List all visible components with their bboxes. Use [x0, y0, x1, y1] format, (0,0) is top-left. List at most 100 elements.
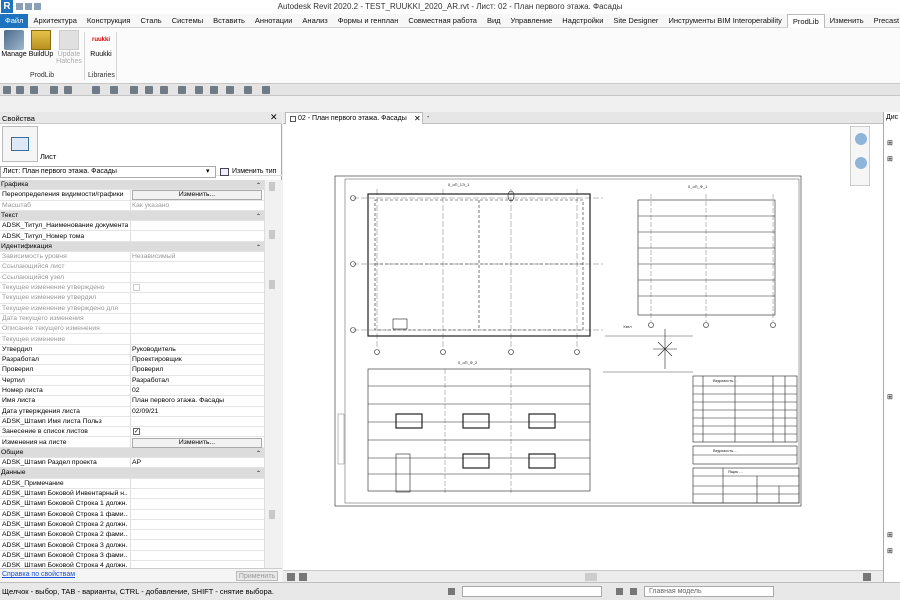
- print-icon[interactable]: [92, 86, 100, 94]
- measure-icon[interactable]: [110, 86, 118, 94]
- property-value[interactable]: Проверил: [132, 365, 262, 375]
- tree-expand-icon[interactable]: ⊞: [887, 548, 895, 556]
- property-row[interactable]: ADSK_Примечание: [0, 479, 264, 489]
- tab-architecture[interactable]: Архитектура: [28, 14, 81, 28]
- property-group-header[interactable]: Данные ⌃: [0, 468, 264, 479]
- property-checkbox[interactable]: [133, 284, 140, 291]
- property-value[interactable]: Независимый: [132, 252, 262, 262]
- property-row[interactable]: ADSK_Титул_Наименование документа: [0, 221, 264, 232]
- save-icon[interactable]: [16, 86, 24, 94]
- navigation-bar[interactable]: [850, 126, 870, 186]
- horizontal-scroll-thumb[interactable]: [585, 573, 597, 581]
- property-row[interactable]: Дата текущего изменения: [0, 314, 264, 325]
- property-row[interactable]: ADSK_Штамп Раздел проекта АР: [0, 458, 264, 469]
- property-row[interactable]: ADSK_Штамп Боковой Инвентарный н...: [0, 489, 264, 500]
- property-group-header[interactable]: Текст ⌃: [0, 210, 264, 222]
- chevron-down-icon[interactable]: ▾: [206, 167, 210, 175]
- property-value[interactable]: Как указано: [132, 201, 262, 211]
- properties-help-link[interactable]: Справка по свойствам: [2, 571, 75, 578]
- tab-view[interactable]: Вид: [482, 14, 506, 28]
- scroll-arrow-icon[interactable]: [269, 182, 275, 191]
- property-row[interactable]: Ссылающийся узел: [0, 273, 264, 283]
- property-row[interactable]: Масштаб Как указано: [0, 201, 264, 211]
- tree-expand-icon[interactable]: ⊞: [887, 394, 895, 402]
- property-row[interactable]: ADSK_Штамп Боковой Строка 3 должн...: [0, 541, 264, 551]
- worksets-icon[interactable]: [448, 588, 455, 595]
- property-value[interactable]: 02: [132, 386, 262, 396]
- property-value[interactable]: Проектировщик: [132, 355, 262, 365]
- tab-systems[interactable]: Системы: [167, 14, 208, 28]
- tab-structure[interactable]: Конструкция: [82, 14, 136, 28]
- scroll-thumb[interactable]: [269, 230, 275, 239]
- design-options-icon[interactable]: [616, 588, 623, 595]
- property-row[interactable]: Имя листа План первого этажа. Фасады: [0, 396, 264, 407]
- tab-annotate[interactable]: Аннотации: [250, 14, 298, 28]
- property-edit-button[interactable]: Изменить...: [132, 437, 262, 448]
- scroll-thumb[interactable]: [269, 510, 275, 519]
- instance-filter-dropdown[interactable]: Лист: План первого этажа. Фасады: [0, 166, 216, 178]
- tab-collaborate[interactable]: Совместная работа: [403, 14, 482, 28]
- property-row[interactable]: Описание текущего изменения: [0, 324, 264, 335]
- tab-analyze[interactable]: Анализ: [297, 14, 332, 28]
- property-value[interactable]: План первого этажа. Фасады: [132, 396, 262, 406]
- workset-dropdown[interactable]: [462, 586, 602, 597]
- scale-icon[interactable]: [287, 573, 295, 581]
- tab-steel[interactable]: Сталь: [135, 14, 166, 28]
- tag-icon[interactable]: [145, 86, 153, 94]
- tab-site-designer[interactable]: Site Designer: [608, 14, 663, 28]
- tree-expand-icon[interactable]: ⊞: [887, 156, 895, 164]
- property-row[interactable]: Изменения на листе Изменить...: [0, 437, 264, 448]
- apply-button[interactable]: Применить: [236, 571, 278, 581]
- sync-icon[interactable]: [30, 86, 38, 94]
- property-row[interactable]: ADSK_Штамп Боковой Строка 2 фами...: [0, 530, 264, 541]
- view-tab-second[interactable]: -: [427, 114, 445, 122]
- property-row[interactable]: Переопределения видимости/графики Изменит…: [0, 190, 264, 201]
- property-group-header[interactable]: Графика ⌃: [0, 180, 264, 191]
- tree-expand-icon[interactable]: ⊞: [887, 532, 895, 540]
- buildup-button[interactable]: BuildUp: [27, 30, 55, 58]
- property-row[interactable]: ADSK_Штамп Боковой Строка 1 должн...: [0, 499, 264, 510]
- property-row[interactable]: Проверил Проверил: [0, 365, 264, 376]
- tab-modify[interactable]: Изменить: [825, 14, 869, 28]
- dimension-icon[interactable]: [130, 86, 138, 94]
- zoom-icon[interactable]: [855, 157, 867, 169]
- property-checkbox[interactable]: ✓: [133, 428, 140, 436]
- property-row[interactable]: Текущее изменение утвердил: [0, 293, 264, 304]
- property-row[interactable]: ADSK_Штамп Боковой Строка 3 фами...: [0, 551, 264, 562]
- property-row[interactable]: Ссылающийся лист: [0, 262, 264, 273]
- redo-icon[interactable]: [64, 86, 72, 94]
- property-row[interactable]: ADSK_Титул_Номер тома: [0, 232, 264, 242]
- property-row[interactable]: ADSK_Штамп Боковой Строка 2 должн...: [0, 520, 264, 531]
- design-option-dropdown[interactable]: Главная модель: [644, 586, 774, 597]
- tab-massing-site[interactable]: Формы и генплан: [333, 14, 404, 28]
- detail-level-icon[interactable]: [299, 573, 307, 581]
- close-icon[interactable]: ✕: [270, 112, 278, 123]
- switch-windows-icon[interactable]: [244, 86, 252, 94]
- property-row[interactable]: Дата утверждения листа 02/09/21: [0, 407, 264, 417]
- property-row[interactable]: Текущее изменение утверждено: [0, 283, 264, 294]
- close-icon[interactable]: ✕: [414, 113, 421, 124]
- property-row[interactable]: Зависимость уровня Независимый: [0, 252, 264, 263]
- tab-manage[interactable]: Управление: [506, 14, 558, 28]
- tab-bim-interoperability[interactable]: Инструменты BIM Interoperability: [663, 14, 786, 28]
- editable-only-icon[interactable]: [630, 588, 637, 595]
- property-value[interactable]: 02/09/21: [132, 407, 262, 417]
- tab-prodlib[interactable]: ProdLib: [786, 13, 825, 28]
- property-row[interactable]: ADSK_Штамп Боковой Строка 1 фами...: [0, 510, 264, 520]
- manage-button[interactable]: Manage: [0, 30, 28, 58]
- property-row[interactable]: Номер листа 02: [0, 386, 264, 397]
- customize-qat-icon[interactable]: [262, 86, 270, 94]
- edit-type-icon[interactable]: [220, 168, 229, 176]
- drawing-canvas[interactable]: 0_оП_1Э_1 0_оП_Ф_1 0_оП_Ф_2 Узел Ведомос…: [283, 124, 883, 570]
- property-row[interactable]: Разработал Проектировщик: [0, 355, 264, 366]
- thin-lines-icon[interactable]: [210, 86, 218, 94]
- scroll-thumb[interactable]: [269, 280, 275, 289]
- properties-scrollbar[interactable]: [264, 180, 282, 570]
- undo-icon[interactable]: [50, 86, 58, 94]
- open-icon[interactable]: [3, 86, 11, 94]
- view-tab-sheet[interactable]: 02 - План первого этажа. Фасады ✕: [285, 112, 423, 124]
- tab-insert[interactable]: Вставить: [208, 14, 250, 28]
- property-row[interactable]: Текущее изменение утверждено для: [0, 304, 264, 314]
- close-hidden-icon[interactable]: [226, 86, 234, 94]
- property-value[interactable]: Разработал: [132, 376, 262, 386]
